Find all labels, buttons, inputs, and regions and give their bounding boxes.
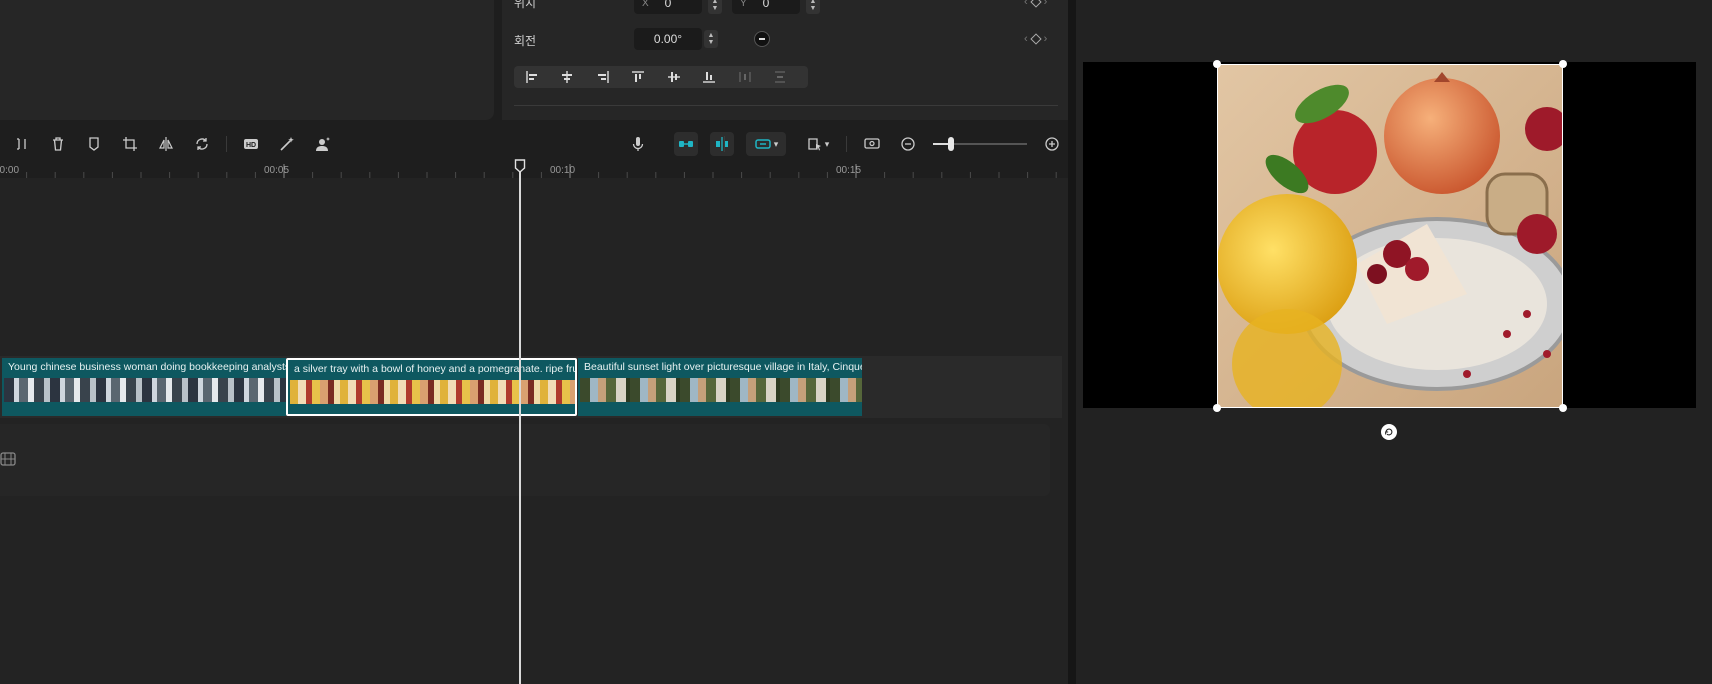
timeline-toolbar: HD ▾ ▾ — [0, 128, 1068, 160]
resize-handle-top-left[interactable] — [1213, 60, 1221, 68]
ruler-label: 00:05 — [264, 165, 290, 176]
clip-label: Young chinese business woman doing bookk… — [8, 361, 286, 373]
rotation-dial-icon[interactable] — [754, 31, 770, 47]
distribute-h-icon — [727, 66, 763, 88]
resize-handle-top-right[interactable] — [1559, 60, 1567, 68]
film-track-icon — [0, 452, 16, 466]
empty-track[interactable] — [0, 424, 1050, 496]
toolbar-divider — [226, 136, 227, 152]
person-ai-icon[interactable] — [312, 128, 334, 160]
fit-timeline-icon[interactable] — [862, 128, 882, 160]
position-label: 위치 — [514, 0, 537, 10]
clip-business-woman[interactable]: Young chinese business woman doing bookk… — [2, 358, 286, 416]
position-y-field[interactable]: Y 0 — [732, 0, 800, 14]
delete-icon[interactable] — [48, 128, 68, 160]
alignment-bar — [514, 66, 808, 88]
media-panel — [0, 0, 494, 120]
position-x-field[interactable]: X 0 — [634, 0, 702, 14]
panel-divider — [514, 105, 1058, 106]
keyframe-diamond-icon[interactable] — [1030, 0, 1042, 8]
prev-keyframe-icon[interactable]: ‹ — [1024, 33, 1028, 45]
align-middle-v-icon[interactable] — [656, 66, 692, 88]
toolbar-divider — [846, 136, 847, 152]
thumbnail-strip — [4, 378, 286, 402]
rotation-label: 회전 — [514, 34, 537, 48]
split-icon[interactable] — [12, 128, 32, 160]
ruler-ticks — [26, 164, 1057, 178]
position-keyframe[interactable]: ‹ › — [1024, 0, 1047, 8]
y-axis-label: Y — [740, 0, 747, 9]
align-center-h-icon[interactable] — [550, 66, 586, 88]
time-ruler[interactable]: 00:00 00:05 00:10 00:15 — [0, 160, 1068, 178]
crop-icon[interactable] — [120, 128, 140, 160]
ruler-label: 00:10 — [550, 165, 576, 176]
align-right-icon[interactable] — [585, 66, 621, 88]
rotation-field[interactable]: 0.00° — [634, 28, 702, 50]
rotate-handle-icon[interactable] — [1381, 424, 1397, 440]
rotation-keyframe[interactable]: ‹ › — [1024, 33, 1047, 45]
toolbar-divider — [724, 136, 725, 152]
keyframe-diamond-icon[interactable] — [1030, 33, 1042, 45]
clip-label: a silver tray with a bowl of honey and a… — [294, 363, 577, 375]
clip-label: Beautiful sunset light over picturesque … — [584, 361, 862, 373]
position-y-value: 0 — [762, 0, 770, 10]
clip-honey-pomegranate[interactable]: a silver tray with a bowl of honey and a… — [286, 358, 577, 416]
resize-handle-bottom-left[interactable] — [1213, 404, 1221, 412]
thumbnail-strip — [290, 380, 575, 404]
chevron-down-icon[interactable]: ▾ — [825, 139, 830, 150]
x-axis-label: X — [642, 0, 649, 9]
rotate-icon[interactable] — [192, 128, 212, 160]
chevron-down-icon[interactable]: ▾ — [774, 139, 779, 150]
align-top-icon[interactable] — [621, 66, 657, 88]
clip-thumbnails — [290, 380, 575, 404]
clip-thumbnails — [4, 378, 286, 402]
prev-keyframe-icon[interactable]: ‹ — [1024, 0, 1028, 8]
panel-splitter[interactable] — [1068, 0, 1076, 684]
magnet-snap-icon[interactable] — [710, 132, 734, 156]
ruler-label: 00:00 — [0, 165, 20, 176]
playhead-line[interactable] — [519, 160, 521, 684]
preview-axis-icon[interactable]: ▾ — [798, 128, 838, 160]
playhead-handle-icon[interactable] — [514, 159, 526, 173]
align-bottom-icon[interactable] — [692, 66, 728, 88]
thumbnail-strip — [580, 378, 862, 402]
zoom-out-icon[interactable] — [898, 128, 918, 160]
svg-text:HD: HD — [246, 142, 256, 149]
align-left-icon[interactable] — [514, 66, 550, 88]
next-keyframe-icon[interactable]: › — [1044, 0, 1048, 8]
position-y-stepper[interactable]: ▲ ▼ — [806, 0, 820, 14]
rotation-stepper[interactable]: ▲ ▼ — [704, 30, 718, 48]
position-x-stepper[interactable]: ▲ ▼ — [708, 0, 722, 14]
clip-italy-village[interactable]: Beautiful sunset light over picturesque … — [578, 358, 862, 416]
next-keyframe-icon[interactable]: › — [1044, 33, 1048, 45]
zoom-in-icon[interactable] — [1042, 128, 1062, 160]
clip-thumbnails — [580, 378, 862, 402]
distribute-v-icon — [763, 66, 799, 88]
mirror-icon[interactable] — [156, 128, 176, 160]
linkage-icon[interactable]: ▾ — [746, 132, 786, 156]
link-main-track-icon[interactable] — [674, 132, 698, 156]
zoom-slider-thumb[interactable] — [948, 137, 954, 151]
magic-wand-icon[interactable] — [276, 128, 298, 160]
hd-icon[interactable]: HD — [240, 128, 262, 160]
microphone-icon[interactable] — [628, 128, 648, 160]
selection-box[interactable] — [1217, 64, 1563, 408]
properties-panel — [502, 0, 1068, 120]
ruler-label: 00:15 — [836, 165, 862, 176]
resize-handle-bottom-right[interactable] — [1559, 404, 1567, 412]
marker-icon[interactable] — [84, 128, 104, 160]
rotation-value: 0.00° — [653, 32, 683, 46]
position-x-value: 0 — [664, 0, 672, 10]
